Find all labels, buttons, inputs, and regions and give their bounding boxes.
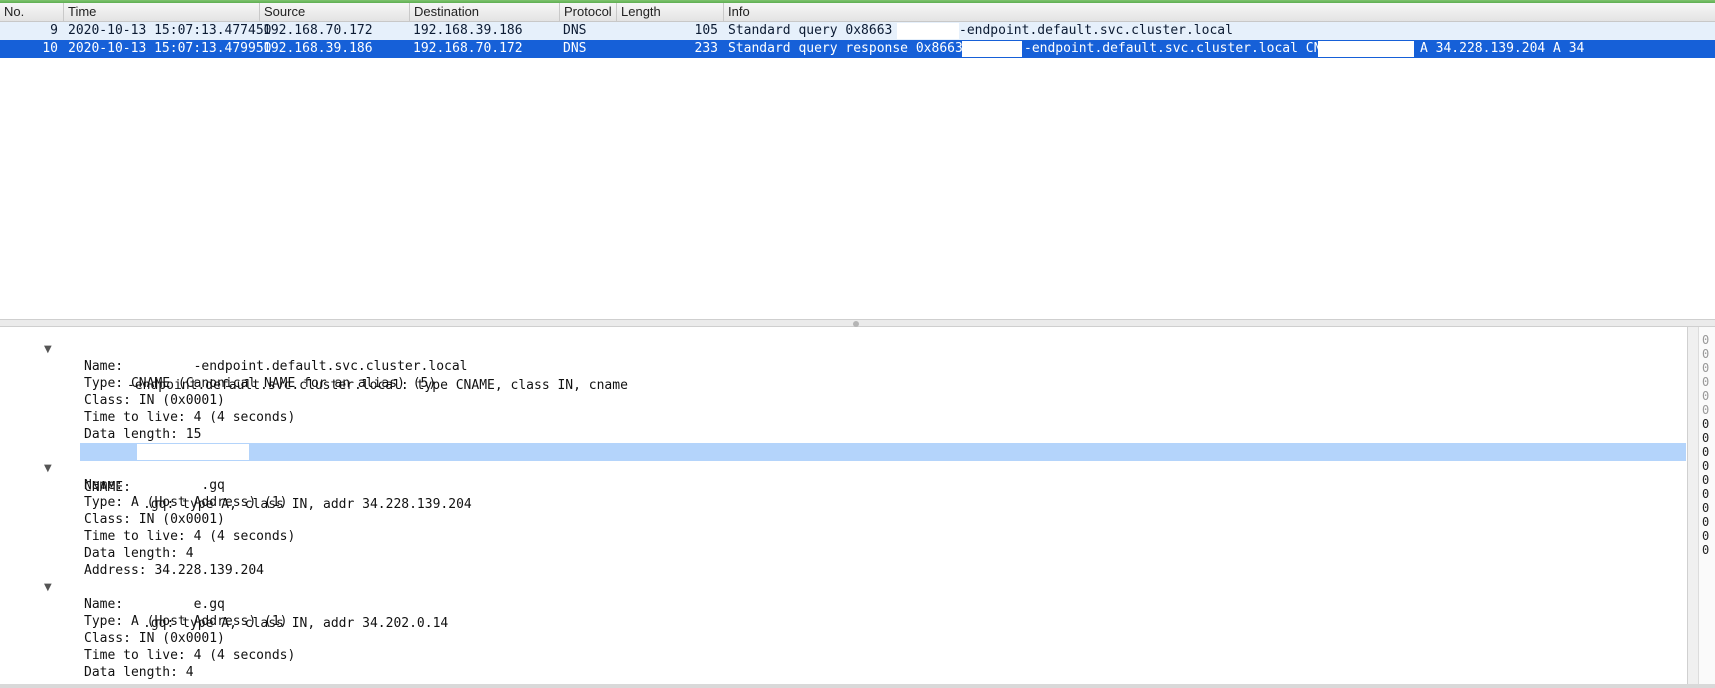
redacted-region [1318,41,1414,57]
field-highlight [80,443,1686,461]
packet-source: 192.168.39.186 [263,41,373,56]
packet-destination: 192.168.70.172 [413,41,523,56]
byte-cell: 0 [1702,487,1710,501]
redacted-region [137,444,249,460]
field-row[interactable]: Time to live: 4 (4 seconds) [0,409,1686,427]
answer-record-cname[interactable]: ▼ -endpoint.default.svc.cluster.local: t… [0,341,1686,393]
redacted-region [962,41,1022,57]
field-class: Class: IN (0x0001) [84,512,225,527]
byte-cell: 0 [1702,459,1710,473]
field-type: Type: CNAME (Canonical NAME for an alias… [84,376,437,391]
answer-record-a[interactable]: ▼ .gq: type A, class IN, addr 34.202.0.1… [0,579,1686,631]
field-row[interactable]: Type: CNAME (Canonical NAME for an alias… [0,375,1686,393]
field-row[interactable]: Address: 34.228.139.204 [0,562,1686,580]
column-header-protocol[interactable]: Protocol [559,3,616,21]
byte-cell: 0 [1702,333,1710,347]
byte-cell: 0 [1702,473,1710,487]
expand-triangle-icon[interactable]: ▼ [44,579,52,597]
byte-cell: 0 [1702,445,1710,459]
bytes-scrollbar[interactable] [1688,327,1699,685]
field-row[interactable]: Class: IN (0x0001) [0,511,1686,529]
field-type: Type: A (Host Address) (1) [84,614,288,629]
field-ttl: Time to live: 4 (4 seconds) [84,529,296,544]
pane-splitter[interactable] [0,319,1715,327]
column-header-time[interactable]: Time [63,3,259,21]
packet-row-selected[interactable]: 10 2020-10-13 15:07:13.479950 192.168.39… [0,40,1715,73]
field-data-length: Data length: 15 [84,427,202,442]
packet-length: 105 [694,23,718,38]
expand-triangle-icon[interactable]: ▼ [44,341,52,359]
packet-info-addresses: A 34.228.139.204 A 34 [1420,41,1585,56]
field-name: Name: .gq [84,478,225,493]
packet-info: Standard query response 0x8663 A [728,41,979,56]
field-name: Name: -endpoint.default.svc.cluster.loca… [84,359,468,374]
byte-cell: 0 [1702,515,1710,529]
byte-cell: 0 [1702,375,1710,389]
field-data-length: Data length: 4 [84,546,194,561]
packet-bytes-pane[interactable]: 0 0 0 0 0 0 0 0 0 0 0 0 0 0 0 0 [1687,327,1715,685]
byte-cell: 0 [1702,431,1710,445]
field-name: Name: e.gq [84,597,225,612]
byte-cell: 0 [1702,543,1710,557]
field-row[interactable]: Name: .gq [0,477,1686,495]
packet-source: 192.168.70.172 [263,23,373,38]
field-row[interactable]: Data length: 15 [0,426,1686,444]
window-bottom-border [0,684,1715,688]
field-row[interactable]: Time to live: 4 (4 seconds) [0,647,1686,665]
byte-cell: 0 [1702,361,1710,375]
packet-destination: 192.168.39.186 [413,23,523,38]
packet-no: 9 [50,23,58,38]
field-row[interactable]: Name: e.gq [0,596,1686,614]
field-row[interactable]: Data length: 4 [0,664,1686,682]
byte-cell: 0 [1702,529,1710,543]
field-row[interactable]: Type: A (Host Address) (1) [0,494,1686,512]
packet-protocol: DNS [563,23,587,38]
field-row[interactable]: Type: A (Host Address) (1) [0,613,1686,631]
packet-row[interactable]: 9 2020-10-13 15:07:13.477450 192.168.70.… [0,22,1715,55]
field-type: Type: A (Host Address) (1) [84,495,288,510]
field-class: Class: IN (0x0001) [84,631,225,646]
packet-list-header: No. Time Source Destination Protocol Len… [0,3,1715,22]
packet-no: 10 [42,41,58,56]
byte-cell: 0 [1702,403,1710,417]
field-row[interactable]: Name: -endpoint.default.svc.cluster.loca… [0,358,1686,376]
field-row-selected[interactable]: CNAME: [0,443,1686,495]
field-class: Class: IN (0x0001) [84,393,225,408]
column-header-no[interactable]: No. [0,3,63,21]
field-address: Address: 34.228.139.204 [84,563,265,578]
packet-info-host: -endpoint.default.svc.cluster.local [959,23,1233,38]
field-row[interactable]: Class: IN (0x0001) [0,630,1686,648]
field-row[interactable]: Time to live: 4 (4 seconds) [0,528,1686,546]
byte-cell: 0 [1702,417,1710,431]
field-data-length: Data length: 4 [84,665,194,680]
packet-details-pane: ▼ -endpoint.default.svc.cluster.local: t… [0,327,1686,685]
byte-cell: 0 [1702,347,1710,361]
redacted-region [897,23,959,39]
byte-cell: 0 [1702,501,1710,515]
column-header-destination[interactable]: Destination [409,3,559,21]
field-row[interactable]: Class: IN (0x0001) [0,392,1686,410]
field-row[interactable]: Data length: 4 [0,545,1686,563]
column-header-info[interactable]: Info [723,3,1715,21]
field-ttl: Time to live: 4 (4 seconds) [84,410,296,425]
field-ttl: Time to live: 4 (4 seconds) [84,648,296,663]
packet-protocol: DNS [563,41,587,56]
column-header-source[interactable]: Source [259,3,409,21]
answer-record-a[interactable]: ▼ .gq: type A, class IN, addr 34.228.139… [0,460,1686,512]
column-header-length[interactable]: Length [616,3,723,21]
packet-length: 233 [694,41,718,56]
packet-info-host: -endpoint.default.svc.cluster.local CNAM… [1024,41,1345,56]
packet-info: Standard query 0x8663 A [728,23,909,38]
byte-cell: 0 [1702,389,1710,403]
packet-time: 2020-10-13 15:07:13.479950 [68,41,272,56]
expand-triangle-icon[interactable]: ▼ [44,460,52,478]
packet-time: 2020-10-13 15:07:13.477450 [68,23,272,38]
